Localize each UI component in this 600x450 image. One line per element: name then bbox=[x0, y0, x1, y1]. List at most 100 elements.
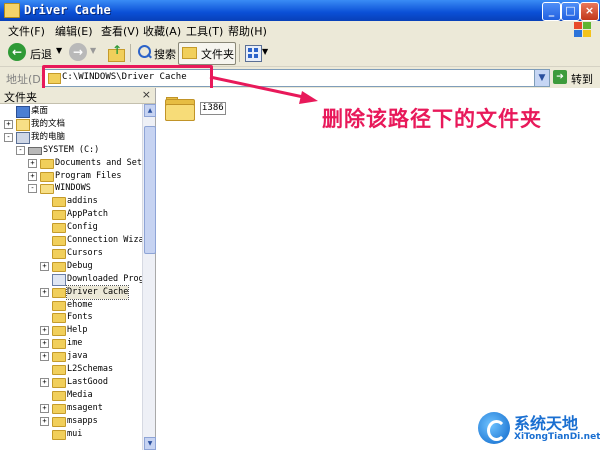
expand-icon[interactable]: + bbox=[40, 403, 49, 413]
folder-icon bbox=[40, 158, 54, 169]
tree-item[interactable]: + ime bbox=[0, 337, 142, 350]
folder-icon[interactable] bbox=[165, 97, 195, 121]
file-list-area: i386 bbox=[156, 88, 600, 450]
maximize-button[interactable]: □ bbox=[561, 2, 580, 21]
expand-icon[interactable]: + bbox=[28, 171, 37, 181]
special-folder-icon bbox=[52, 273, 66, 286]
back-arrow-icon[interactable]: ← bbox=[8, 43, 26, 61]
folder-icon bbox=[52, 352, 66, 363]
tree-item-label: msagent bbox=[67, 402, 103, 413]
folders-button[interactable]: 文件夹 bbox=[178, 42, 236, 65]
menu-bar: 文件(F) 编辑(E) 查看(V) 收藏(A) 工具(T) 帮助(H) bbox=[0, 21, 600, 41]
tree-item[interactable]: 桌面 bbox=[0, 105, 142, 118]
tree-item[interactable]: ehome bbox=[0, 299, 142, 312]
folder-icon bbox=[52, 365, 66, 375]
tree-item[interactable]: + msapps bbox=[0, 415, 142, 428]
expand-icon[interactable]: + bbox=[40, 261, 49, 271]
expand-icon[interactable]: + bbox=[40, 326, 49, 336]
folder-icon bbox=[52, 248, 66, 259]
scroll-thumb[interactable] bbox=[144, 126, 156, 254]
folder-icon bbox=[40, 171, 54, 182]
watermark-url: XiTongTianDi.net bbox=[514, 432, 600, 442]
menu-view[interactable]: 查看(V) bbox=[101, 23, 139, 39]
folder-icon bbox=[52, 339, 66, 350]
folders-panel-title: 文件夹 bbox=[4, 91, 37, 104]
tree-item[interactable]: + Documents and Setti bbox=[0, 157, 152, 170]
menu-edit[interactable]: 编辑(E) bbox=[55, 23, 93, 39]
menu-help[interactable]: 帮助(H) bbox=[228, 23, 267, 39]
back-dropdown-icon[interactable]: ▼ bbox=[56, 46, 62, 55]
watermark: 系统天地 XiTongTianDi.net bbox=[478, 406, 600, 450]
tree-item[interactable]: + java bbox=[0, 350, 142, 363]
tree-item[interactable]: addins bbox=[0, 195, 142, 208]
expand-icon[interactable]: + bbox=[40, 287, 49, 297]
toolbar-separator bbox=[239, 44, 240, 62]
folder-icon bbox=[4, 3, 20, 18]
collapse-icon[interactable]: - bbox=[16, 145, 25, 155]
go-button-label[interactable]: 转到 bbox=[571, 71, 593, 87]
expand-icon[interactable]: + bbox=[40, 416, 49, 426]
tree-item[interactable]: Downloaded Progr bbox=[0, 273, 149, 286]
file-item-label[interactable]: i386 bbox=[200, 102, 226, 115]
scroll-up-icon[interactable]: ▲ bbox=[144, 104, 156, 117]
tree-item[interactable]: Connection Wizar bbox=[0, 234, 149, 247]
close-icon[interactable]: × bbox=[142, 88, 151, 101]
tree-item-label: Media bbox=[67, 389, 93, 400]
collapse-icon[interactable]: - bbox=[4, 132, 13, 142]
tree-item[interactable]: - 我的电脑 bbox=[0, 131, 142, 144]
menu-favorites[interactable]: 收藏(A) bbox=[143, 23, 181, 39]
tree-item[interactable]: AppPatch bbox=[0, 208, 142, 221]
folder-icon bbox=[52, 429, 66, 440]
window-title: Driver Cache bbox=[24, 3, 111, 17]
expand-icon[interactable]: + bbox=[40, 339, 49, 349]
tree-scrollbar[interactable]: ▲ ▼ bbox=[142, 104, 156, 450]
expand-icon[interactable]: + bbox=[4, 119, 13, 129]
forward-arrow-icon[interactable]: → bbox=[69, 43, 87, 61]
tree-item-label: Config bbox=[67, 222, 98, 233]
close-button[interactable]: × bbox=[580, 2, 599, 21]
tree-item[interactable]: + 我的文档 bbox=[0, 118, 142, 131]
tree-item[interactable]: + Driver Cache bbox=[0, 284, 142, 300]
tree-item[interactable]: + LastGood bbox=[0, 376, 142, 389]
folder-icon bbox=[52, 403, 66, 414]
tree-item-label: Documents and Setti bbox=[55, 157, 153, 168]
go-arrow-icon[interactable]: ➔ bbox=[553, 70, 567, 84]
up-folder-icon[interactable]: ↑ bbox=[106, 43, 126, 63]
toolbar-separator bbox=[130, 44, 131, 62]
tree-item[interactable]: Fonts bbox=[0, 311, 142, 324]
tree-item-label: Connection Wizar bbox=[67, 235, 149, 245]
folder-icon bbox=[52, 197, 66, 208]
tree-item-label: Driver Cache bbox=[65, 284, 130, 300]
tree-item-label: AppPatch bbox=[67, 209, 108, 220]
tree-item[interactable]: - WINDOWS bbox=[0, 182, 142, 195]
tree-item[interactable]: + Program Files bbox=[0, 170, 142, 183]
tree-item[interactable]: + msagent bbox=[0, 402, 142, 415]
collapse-icon[interactable]: - bbox=[28, 184, 37, 194]
back-button-label[interactable]: 后退 bbox=[30, 46, 52, 62]
menu-file[interactable]: 文件(F) bbox=[8, 23, 45, 39]
tree-item[interactable]: L2Schemas bbox=[0, 363, 142, 376]
tree-item[interactable]: Media bbox=[0, 389, 142, 402]
forward-dropdown-icon[interactable]: ▼ bbox=[90, 46, 96, 55]
minimize-button[interactable]: _ bbox=[542, 2, 561, 21]
tree-item-label: LastGood bbox=[67, 376, 108, 387]
tree-item[interactable]: + Help bbox=[0, 324, 142, 337]
tree-item[interactable]: mui bbox=[0, 428, 142, 441]
search-button-label[interactable]: 搜索 bbox=[154, 46, 176, 62]
tree-item[interactable]: Config bbox=[0, 221, 142, 234]
drive-icon bbox=[28, 146, 42, 155]
search-icon[interactable] bbox=[136, 43, 152, 63]
expand-icon[interactable]: + bbox=[28, 158, 37, 168]
tree-item[interactable]: - SYSTEM (C:) bbox=[0, 144, 142, 157]
scroll-down-icon[interactable]: ▼ bbox=[144, 437, 156, 450]
folder-icon bbox=[52, 377, 66, 388]
menu-tools[interactable]: 工具(T) bbox=[186, 23, 223, 39]
tree-item[interactable]: + Debug bbox=[0, 260, 142, 273]
expand-icon[interactable]: + bbox=[40, 352, 49, 362]
chevron-down-icon[interactable]: ▼ bbox=[534, 70, 549, 86]
views-grid-icon[interactable]: ▼ bbox=[245, 43, 269, 63]
tree-item[interactable]: Cursors bbox=[0, 247, 142, 260]
expand-icon[interactable]: + bbox=[40, 377, 49, 387]
watermark-title: 系统天地 bbox=[514, 414, 579, 433]
tree-item-label: Downloaded Progr bbox=[67, 273, 149, 284]
